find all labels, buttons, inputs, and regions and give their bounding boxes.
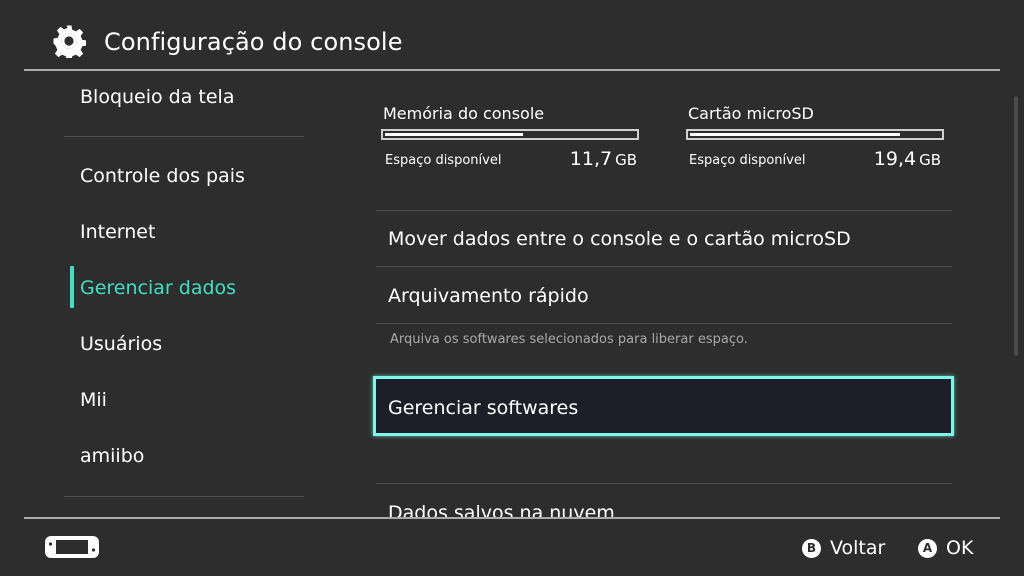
ok-label: OK (946, 537, 974, 559)
quick-archive-row[interactable]: Arquivamento rápido (388, 284, 589, 308)
microsd-storage-bar (686, 129, 944, 140)
header: Configuração do console (0, 0, 1024, 70)
sidebar-divider (64, 136, 304, 137)
console-storage-bar-fill (385, 133, 523, 136)
sidebar-item-screen-lock[interactable]: Bloqueio da tela (80, 85, 234, 109)
settings-screen: Configuração do console Bloqueio da tela… (0, 0, 1024, 576)
back-label: Voltar (830, 537, 886, 559)
manage-software-label: Gerenciar softwares (388, 397, 579, 419)
microsd-storage-bar-fill (690, 133, 900, 136)
ok-hint[interactable]: A OK (918, 537, 973, 559)
row-divider (376, 483, 952, 484)
microsd-available-value: 19,4 GB (874, 147, 941, 172)
main-pane: Memória do console Espaço disponível 11,… (330, 71, 1014, 517)
b-button-icon: B (802, 538, 821, 558)
quick-archive-description: Arquiva os softwares selecionados para l… (390, 332, 748, 347)
row-divider (376, 266, 952, 267)
handheld-console-icon (45, 536, 99, 558)
microsd-storage-label: Cartão microSD (688, 104, 814, 123)
row-divider (376, 323, 952, 324)
sidebar-divider (64, 496, 304, 497)
a-button-icon: A (918, 538, 937, 558)
microsd-available-number: 19,4 (873, 148, 917, 170)
sidebar-item-amiibo[interactable]: amiibo (80, 444, 144, 468)
active-indicator (70, 266, 74, 308)
back-hint[interactable]: B Voltar (802, 537, 885, 559)
move-data-row[interactable]: Mover dados entre o console e o cartão m… (388, 227, 851, 251)
page-title: Configuração do console (104, 28, 403, 56)
console-available-value: 11,7 GB (570, 147, 637, 172)
sidebar-item-users[interactable]: Usuários (80, 332, 162, 356)
sidebar: Bloqueio da tela Controle dos pais Inter… (0, 71, 330, 517)
row-divider (376, 210, 952, 211)
sidebar-item-parental-controls[interactable]: Controle dos pais (80, 164, 245, 188)
sidebar-item-data-management[interactable]: Gerenciar dados (80, 276, 236, 300)
footer: B Voltar A OK (0, 519, 1024, 576)
console-available-number: 11,7 (569, 148, 613, 170)
sidebar-item-mii[interactable]: Mii (80, 388, 107, 412)
console-storage-bar (381, 129, 639, 140)
microsd-available-unit: GB (919, 151, 941, 169)
sidebar-item-internet[interactable]: Internet (80, 220, 155, 244)
gear-icon (53, 25, 86, 58)
console-storage-label: Memória do console (383, 104, 545, 123)
cloud-save-row[interactable]: Dados salvos na nuvem (388, 501, 615, 517)
microsd-available-label: Espaço disponível (689, 153, 806, 168)
scrollbar[interactable] (1014, 96, 1018, 356)
console-available-label: Espaço disponível (385, 153, 502, 168)
console-available-unit: GB (615, 151, 637, 169)
manage-software-row[interactable]: Gerenciar softwares (373, 376, 954, 436)
